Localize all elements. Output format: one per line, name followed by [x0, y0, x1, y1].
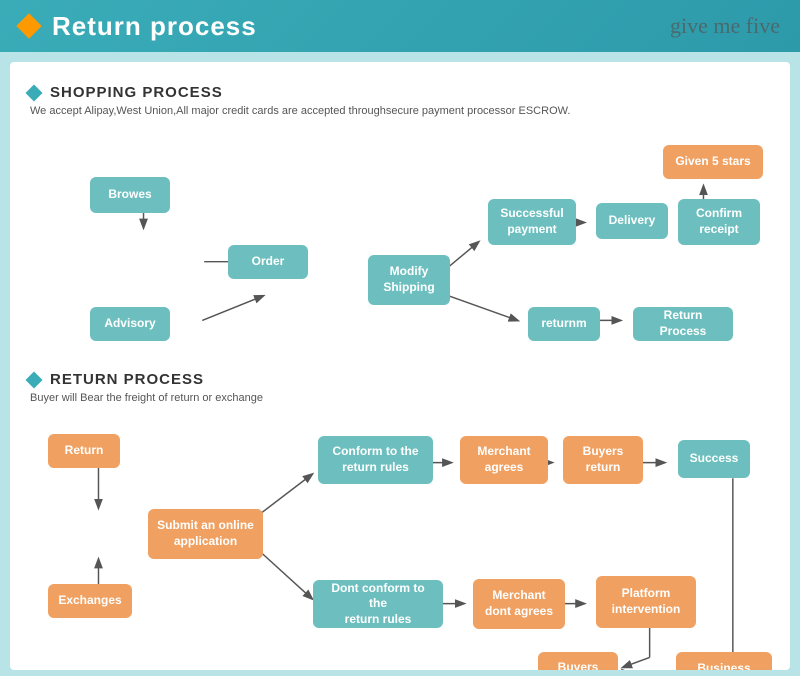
return-diamond-icon — [26, 371, 43, 388]
successful-payment-box: Successful payment — [488, 199, 576, 245]
given-5-stars-box: Given 5 stars — [663, 145, 763, 179]
modify-shipping-box: Modify Shipping — [368, 255, 450, 305]
confirm-receipt-box: Confirm receipt — [678, 199, 760, 245]
buyers-return1-box: Buyers return — [563, 436, 643, 484]
header-title: Return process — [52, 11, 257, 42]
main-content: SHOPPING PROCESS We accept Alipay,West U… — [10, 62, 790, 670]
return-process-box: Return Process — [633, 307, 733, 341]
business-responsibility-box: Business responsibility — [676, 652, 772, 670]
delivery-box: Delivery — [596, 203, 668, 239]
header-logo: give me five — [670, 13, 780, 39]
conform-rules-box: Conform to the return rules — [318, 436, 433, 484]
exchanges-box: Exchanges — [48, 584, 132, 618]
returnm-box: returnm — [528, 307, 600, 341]
advisory-box: Advisory — [90, 307, 170, 341]
return-flow-area: Return Exchanges Submit an online applic… — [28, 414, 772, 670]
shopping-section-title: SHOPPING PROCESS — [50, 84, 223, 101]
return-box: Return — [48, 434, 120, 468]
merchant-agrees-box: Merchant agrees — [460, 436, 548, 484]
submit-online-box: Submit an online application — [148, 509, 263, 559]
return-section-header: RETURN PROCESS — [28, 371, 772, 388]
success-box: Success — [678, 440, 750, 478]
return-section-desc: Buyer will Bear the freight of return or… — [30, 392, 772, 404]
header: Return process give me five — [0, 0, 800, 52]
buyers-return2-box: Buyers return — [538, 652, 618, 670]
browes-box: Browes — [90, 177, 170, 213]
return-section-title: RETURN PROCESS — [50, 371, 204, 388]
shopping-flow-area: Browes Order Advisory Modify Shipping Su… — [28, 127, 772, 367]
merchant-dont-agrees-box: Merchant dont agrees — [473, 579, 565, 629]
order-box: Order — [228, 245, 308, 279]
header-diamond-icon — [16, 13, 41, 38]
shopping-section-header: SHOPPING PROCESS — [28, 84, 772, 101]
shopping-diamond-icon — [26, 84, 43, 101]
shopping-section-desc: We accept Alipay,West Union,All major cr… — [30, 105, 772, 117]
platform-intervention-box: Platform intervention — [596, 576, 696, 628]
dont-conform-rules-box: Dont conform to the return rules — [313, 580, 443, 628]
